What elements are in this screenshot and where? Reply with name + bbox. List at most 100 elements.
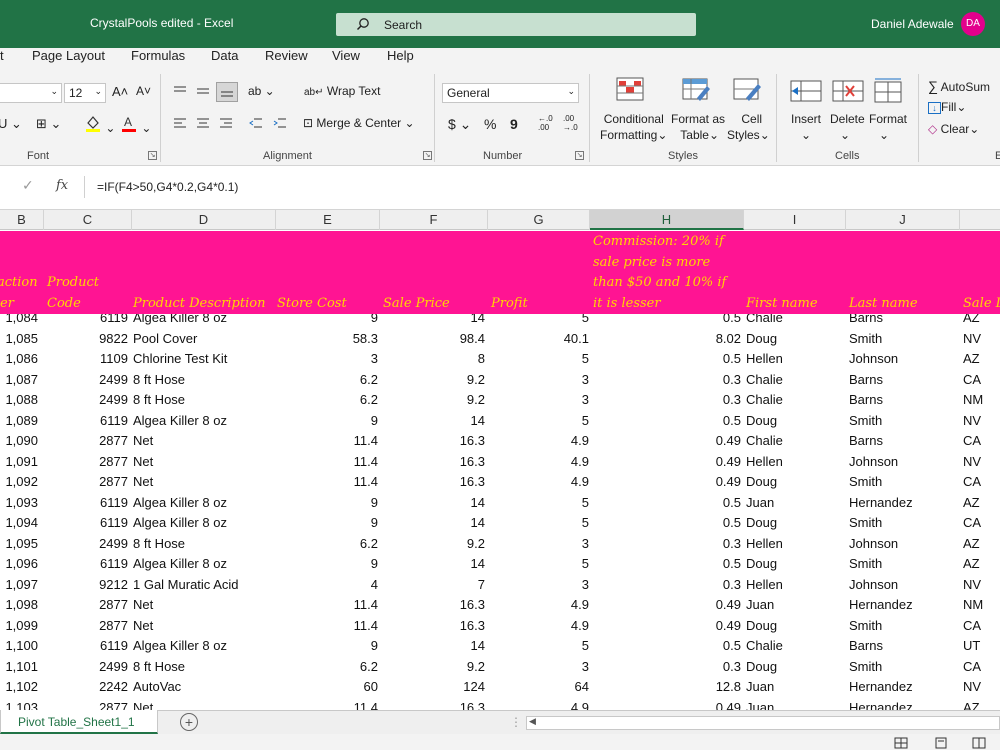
store-cost-cell[interactable]: 11.4 — [354, 431, 378, 451]
column-header-c[interactable]: C — [44, 210, 132, 230]
delete-button[interactable]: Delete ⌄ — [830, 111, 865, 143]
commission-cell[interactable]: 0.49 — [716, 472, 741, 492]
last-name-cell[interactable]: Johnson — [849, 349, 898, 369]
profit-cell[interactable]: 40.1 — [564, 329, 589, 349]
align-bottom-icon[interactable] — [216, 82, 238, 102]
commission-cell[interactable]: 12.8 — [716, 677, 741, 697]
transaction-cell[interactable]: 1,085 — [5, 329, 38, 349]
first-name-cell[interactable]: Doug — [746, 411, 777, 431]
sale-price-cell[interactable]: 14 — [471, 493, 485, 513]
page-layout-view-icon[interactable] — [934, 737, 948, 749]
shrink-font-button[interactable]: A˅ — [136, 84, 151, 98]
sale-price-cell[interactable]: 14 — [471, 314, 485, 328]
product-description-cell[interactable]: Pool Cover — [133, 329, 197, 349]
sale-price-cell[interactable]: 16.3 — [460, 595, 485, 615]
first-name-cell[interactable]: Doug — [746, 657, 777, 677]
profit-cell[interactable]: 5 — [582, 513, 589, 533]
align-left-icon[interactable] — [172, 116, 188, 133]
product-code-cell[interactable]: 6119 — [100, 314, 128, 328]
profit-cell[interactable]: 4.9 — [571, 698, 589, 711]
sale-location-cell[interactable]: CA — [963, 616, 981, 636]
sale-location-cell[interactable]: AZ — [963, 554, 980, 574]
product-code-cell[interactable]: 6119 — [100, 411, 128, 431]
product-code-cell[interactable]: 2242 — [99, 677, 128, 697]
number-launcher-icon[interactable]: ↘ — [575, 151, 584, 160]
tab-help[interactable]: Help — [387, 48, 414, 63]
header-product-description[interactable]: Product Description — [133, 296, 265, 311]
sale-price-cell[interactable]: 14 — [471, 636, 485, 656]
sheet-scroll-divider-icon[interactable]: ⋮ — [510, 715, 522, 729]
commission-cell[interactable]: 0.49 — [716, 698, 741, 711]
product-description-cell[interactable]: 8 ft Hose — [133, 390, 185, 410]
scroll-left-icon[interactable]: ◀ — [529, 716, 536, 727]
column-header-b[interactable]: B — [0, 210, 44, 230]
commission-cell[interactable]: 0.3 — [723, 657, 741, 677]
commission-cell[interactable]: 0.49 — [716, 595, 741, 615]
last-name-cell[interactable]: Hernandez — [849, 698, 913, 711]
transaction-cell[interactable]: 1,091 — [5, 452, 38, 472]
alignment-launcher-icon[interactable]: ↘ — [423, 151, 432, 160]
format-button[interactable]: Format ⌄ — [869, 111, 907, 143]
commission-cell[interactable]: 0.3 — [723, 370, 741, 390]
transaction-cell[interactable]: 1,095 — [5, 534, 38, 554]
last-name-cell[interactable]: Barns — [849, 390, 883, 410]
product-description-cell[interactable]: Net — [133, 595, 153, 615]
transaction-cell[interactable]: 1,100 — [5, 636, 38, 656]
sale-price-cell[interactable]: 9.2 — [467, 657, 485, 677]
sale-location-cell[interactable]: CA — [963, 657, 981, 677]
column-header-j[interactable]: J — [846, 210, 960, 230]
font-launcher-icon[interactable]: ↘ — [148, 151, 157, 160]
currency-button[interactable]: $ ⌄ — [448, 116, 471, 133]
profit-cell[interactable]: 3 — [582, 534, 589, 554]
store-cost-cell[interactable]: 9 — [371, 314, 378, 328]
clear-button[interactable]: ◇ Clear⌄ — [928, 122, 979, 136]
product-description-cell[interactable]: 8 ft Hose — [133, 370, 185, 390]
fill-button[interactable]: ↓ Fill⌄ — [928, 100, 966, 114]
sale-location-cell[interactable]: NV — [963, 677, 981, 697]
commission-cell[interactable]: 0.3 — [723, 575, 741, 595]
profit-cell[interactable]: 3 — [582, 657, 589, 677]
first-name-cell[interactable]: Chalie — [746, 431, 783, 451]
orientation-icon[interactable]: ab ⌄ — [248, 84, 275, 98]
store-cost-cell[interactable]: 9 — [371, 636, 378, 656]
header-commission-line3[interactable]: than $50 and 10% if — [593, 275, 726, 290]
product-description-cell[interactable]: Algea Killer 8 oz — [133, 554, 227, 574]
page-break-view-icon[interactable] — [972, 737, 986, 749]
profit-cell[interactable]: 3 — [582, 575, 589, 595]
confirm-icon[interactable]: ✓ — [22, 177, 34, 194]
product-code-cell[interactable]: 2877 — [99, 616, 128, 636]
product-description-cell[interactable]: Chlorine Test Kit — [133, 349, 227, 369]
wrap-text-button[interactable]: ab↵ Wrap Text — [304, 84, 380, 98]
transaction-cell[interactable]: 1,099 — [5, 616, 38, 636]
profit-cell[interactable]: 5 — [582, 636, 589, 656]
last-name-cell[interactable]: Smith — [849, 657, 882, 677]
profit-cell[interactable]: 4.9 — [571, 595, 589, 615]
first-name-cell[interactable]: Juan — [746, 493, 774, 513]
store-cost-cell[interactable]: 11.4 — [354, 595, 378, 615]
header-c-bottom[interactable]: Code — [47, 296, 81, 311]
product-code-cell[interactable]: 6119 — [100, 493, 128, 513]
product-code-cell[interactable]: 9212 — [99, 575, 128, 595]
commission-cell[interactable]: 0.49 — [716, 452, 741, 472]
store-cost-cell[interactable]: 11.4 — [354, 452, 378, 472]
transaction-cell[interactable]: 1,090 — [5, 431, 38, 451]
increase-indent-icon[interactable] — [272, 116, 288, 133]
store-cost-cell[interactable]: 58.3 — [353, 329, 378, 349]
store-cost-cell[interactable]: 4 — [371, 575, 378, 595]
tab-insert[interactable]: t — [0, 48, 4, 63]
first-name-cell[interactable]: Chalie — [746, 390, 783, 410]
transaction-cell[interactable]: 1,084 — [5, 314, 38, 328]
transaction-cell[interactable]: 1,103 — [5, 698, 38, 711]
fill-color-icon[interactable]: ⌄ — [84, 114, 115, 135]
first-name-cell[interactable]: Doug — [746, 616, 777, 636]
first-name-cell[interactable]: Doug — [746, 513, 777, 533]
last-name-cell[interactable]: Hernandez — [849, 493, 913, 513]
column-header-e[interactable]: E — [276, 210, 380, 230]
product-description-cell[interactable]: 8 ft Hose — [133, 657, 185, 677]
tab-formulas[interactable]: Formulas — [131, 48, 185, 63]
first-name-cell[interactable]: Hellen — [746, 575, 783, 595]
commission-cell[interactable]: 0.5 — [723, 349, 741, 369]
product-description-cell[interactable]: Net — [133, 616, 153, 636]
add-sheet-icon[interactable]: + — [180, 713, 198, 731]
last-name-cell[interactable]: Smith — [849, 554, 882, 574]
